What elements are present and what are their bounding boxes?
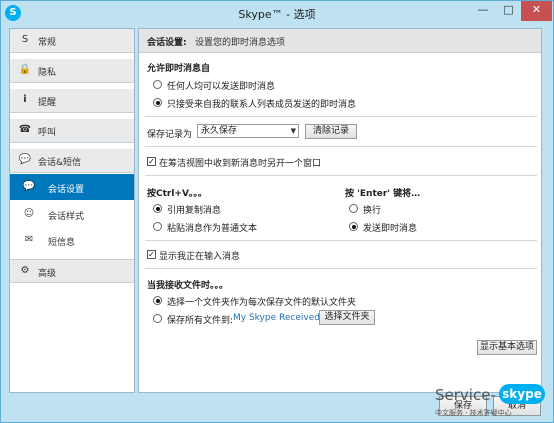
- choose-folder-each-radio[interactable]: [153, 296, 162, 305]
- minimize-button[interactable]: —: [470, 1, 496, 21]
- sidebar-item-calls[interactable]: ☎ 呼叫: [10, 119, 134, 143]
- phone-icon: ☎: [18, 124, 32, 135]
- sidebar-item-label: 高级: [38, 269, 57, 279]
- sidebar-item-privacy[interactable]: 🔒 隐私: [10, 59, 134, 83]
- chat-icon: 💬: [18, 154, 32, 165]
- allow-contacts-radio[interactable]: [153, 98, 162, 107]
- watermark-subtext: 中文服务 · 技术答疑中心: [435, 409, 512, 417]
- save-all-radio[interactable]: [153, 314, 162, 323]
- info-icon: i: [23, 94, 27, 105]
- sidebar-item-label: 提醒: [38, 98, 57, 108]
- skype-icon: S: [21, 34, 29, 45]
- close-button[interactable]: ✕: [521, 1, 552, 21]
- enter-send-radio[interactable]: [349, 222, 358, 231]
- enter-newline-label[interactable]: 换行: [363, 203, 381, 216]
- sms-icon: ✉: [24, 234, 34, 245]
- panel-title: 会话设置:: [147, 38, 187, 48]
- choose-folder-button[interactable]: 选择文件夹: [319, 310, 375, 325]
- divider: [145, 175, 537, 176]
- panel-subtitle: 设置您的即时消息选项: [195, 38, 286, 48]
- sidebar-item-label: 会话样式: [48, 212, 85, 222]
- clear-history-button[interactable]: 清除记录: [305, 124, 357, 139]
- ctrl-v-copy-label[interactable]: 引用复制消息: [167, 203, 221, 216]
- ctrl-v-title: 按Ctrl+V。。。: [147, 189, 207, 199]
- sidebar-item-label: 隐私: [38, 68, 57, 78]
- watermark: Service- skype 中文服务 · 技术答疑中心: [435, 384, 545, 418]
- sidebar-item-label: 会话&短信: [38, 158, 82, 168]
- skype-logo-icon: skype: [499, 384, 545, 404]
- enter-send-label[interactable]: 发送即时消息: [363, 221, 417, 234]
- sidebar-item-label: 呼叫: [38, 128, 57, 138]
- sidebar-item-notifications[interactable]: i 提醒: [10, 89, 134, 113]
- lock-icon: 🔒: [18, 64, 32, 75]
- divider: [145, 146, 537, 147]
- panel-header: 会话设置: 设置您的即时消息选项: [139, 29, 541, 53]
- sidebar-item-advanced[interactable]: ⚙ 高级: [10, 259, 134, 283]
- sidebar-item-label: 短信息: [48, 238, 76, 248]
- options-window: S Skype™ - 选项 — □ ✕ S 常规 🔒 隐私 i 提醒 ☎ 呼叫 …: [0, 0, 554, 423]
- new-window-checkbox[interactable]: ✓: [147, 157, 156, 166]
- chevron-down-icon: ▼: [290, 127, 296, 135]
- ctrl-v-paste-label[interactable]: 粘贴消息作为普通文本: [167, 221, 257, 234]
- divider: [145, 116, 537, 117]
- divider: [145, 268, 537, 269]
- history-select-value: 永久保存: [201, 126, 238, 136]
- show-typing-checkbox[interactable]: ✓: [147, 250, 156, 259]
- options-sidebar: S 常规 🔒 隐私 i 提醒 ☎ 呼叫 💬 会话&短信 💬 会话设置 ☺ 会话样…: [9, 28, 135, 393]
- ctrl-v-paste-radio[interactable]: [153, 222, 162, 231]
- allow-anyone-label[interactable]: 任何人均可以发送即时消息: [167, 79, 275, 92]
- sidebar-item-sms[interactable]: ✉ 短信息: [10, 227, 134, 253]
- allow-im-title: 允许即时消息自: [147, 64, 211, 74]
- allow-anyone-radio[interactable]: [153, 80, 162, 89]
- choose-folder-each-label[interactable]: 选择一个文件夹作为每次保存文件的默认文件夹: [167, 295, 356, 308]
- show-basic-options-button[interactable]: 显示基本选项: [477, 340, 537, 355]
- watermark-text: Service-: [435, 386, 496, 404]
- gear-icon: ⚙: [20, 265, 30, 276]
- receive-file-title: 当我接收文件时。。。: [147, 281, 229, 291]
- divider: [145, 240, 537, 241]
- enter-newline-radio[interactable]: [349, 204, 358, 213]
- settings-panel: 会话设置: 设置您的即时消息选项 允许即时消息自 任何人均可以发送即时消息 只接…: [138, 28, 542, 393]
- smiley-icon: ☺: [23, 208, 35, 219]
- sidebar-item-general[interactable]: S 常规: [10, 29, 134, 53]
- sidebar-item-label: 常规: [38, 38, 57, 48]
- show-typing-label[interactable]: 显示我正在输入消息: [159, 249, 240, 262]
- title-bar[interactable]: S Skype™ - 选项 — □ ✕: [1, 1, 553, 25]
- new-window-label[interactable]: 在筹洁视图中收到新消息时另开一个窗口: [159, 156, 321, 169]
- save-all-label[interactable]: 保存所有文件到:: [167, 313, 233, 326]
- sidebar-item-label: 会话设置: [48, 185, 85, 195]
- chat-settings-icon: 💬: [22, 181, 36, 192]
- sidebar-item-im-settings[interactable]: 💬 会话设置: [10, 174, 134, 200]
- sidebar-item-im-sms[interactable]: 💬 会话&短信: [10, 149, 134, 173]
- history-select[interactable]: 永久保存 ▼: [197, 124, 299, 138]
- allow-contacts-label[interactable]: 只接受来自我的联系人列表成员发送的即时消息: [167, 97, 356, 110]
- history-label: 保存记录为: [147, 130, 193, 140]
- enter-key-title: 按 'Enter' 键将…: [345, 189, 421, 199]
- ctrl-v-copy-radio[interactable]: [153, 204, 162, 213]
- sidebar-item-im-appearance[interactable]: ☺ 会话样式: [10, 201, 134, 227]
- maximize-button[interactable]: □: [496, 1, 521, 21]
